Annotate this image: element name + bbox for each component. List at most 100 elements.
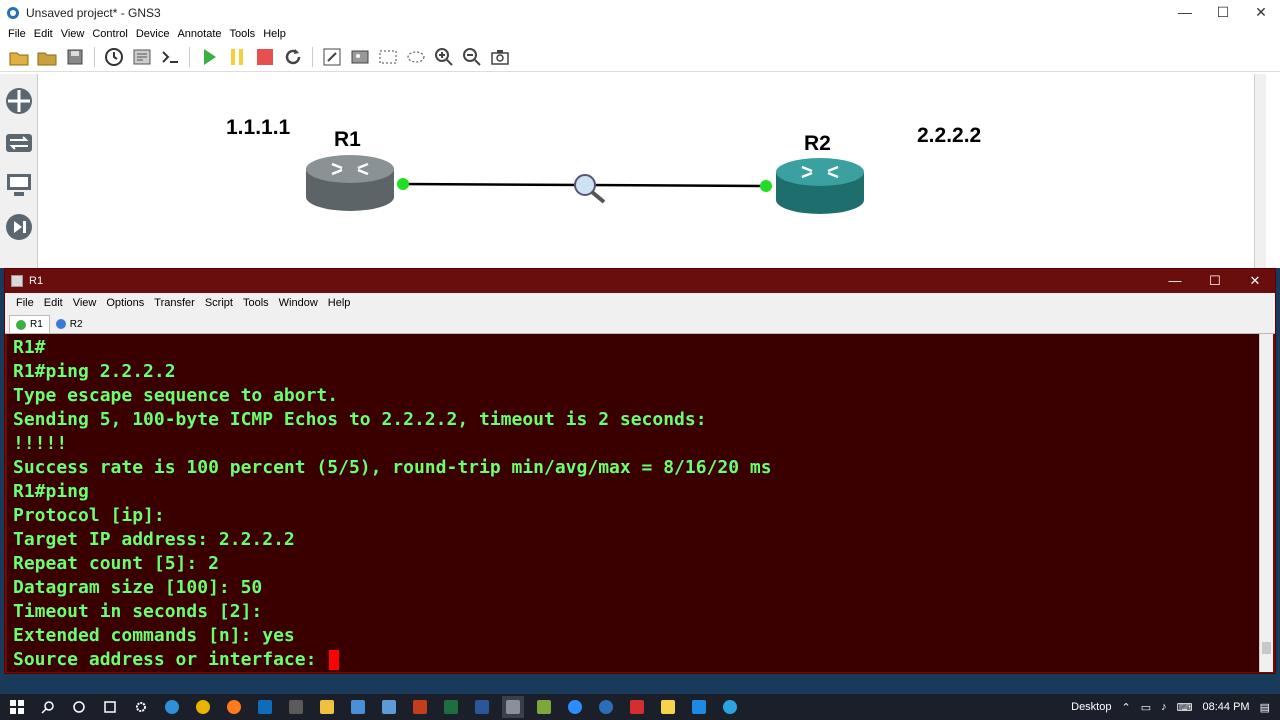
terminal-cursor bbox=[329, 650, 340, 670]
browse-all-devices-icon[interactable] bbox=[4, 86, 34, 116]
volume-icon[interactable]: ♪ bbox=[1161, 701, 1167, 713]
terminal-menu-file[interactable]: File bbox=[11, 297, 39, 309]
terminal-maximize-button[interactable]: ☐ bbox=[1195, 273, 1235, 289]
zoom-in-button[interactable] bbox=[433, 46, 455, 68]
terminal-menu-window[interactable]: Window bbox=[274, 297, 323, 309]
packet-capture-icon[interactable] bbox=[574, 174, 606, 204]
window-title: Unsaved project* - GNS3 bbox=[26, 5, 161, 20]
stop-all-button[interactable] bbox=[254, 46, 276, 68]
menu-help[interactable]: Help bbox=[259, 28, 290, 40]
topology-canvas[interactable]: 1.1.1.1 R1 R2 2.2.2.2 bbox=[40, 74, 1254, 268]
taskbar-app-a[interactable] bbox=[347, 696, 369, 718]
reload-all-button[interactable] bbox=[282, 46, 304, 68]
notification-icon[interactable]: ▤ bbox=[1260, 701, 1270, 714]
r2-router-icon[interactable] bbox=[776, 158, 864, 214]
gear-icon bbox=[136, 702, 146, 712]
taskbar-acrobat[interactable] bbox=[626, 696, 648, 718]
show-interface-labels-button[interactable] bbox=[131, 46, 153, 68]
taskbar-app-b[interactable] bbox=[378, 696, 400, 718]
terminal-menu-options[interactable]: Options bbox=[101, 297, 149, 309]
menu-annotate[interactable]: Annotate bbox=[173, 28, 225, 40]
new-project-button[interactable] bbox=[8, 46, 30, 68]
menu-file[interactable]: File bbox=[4, 28, 30, 40]
keyboard-icon[interactable]: ⌨ bbox=[1177, 701, 1193, 714]
search-button[interactable] bbox=[37, 696, 59, 718]
insert-picture-button[interactable] bbox=[349, 46, 371, 68]
note-icon bbox=[661, 700, 675, 714]
console-all-button[interactable] bbox=[159, 46, 181, 68]
task-view-button[interactable] bbox=[99, 696, 121, 718]
taskbar-zoom[interactable] bbox=[564, 696, 586, 718]
menu-device[interactable]: Device bbox=[132, 28, 174, 40]
snapshot-button[interactable] bbox=[103, 46, 125, 68]
menu-control[interactable]: Control bbox=[88, 28, 131, 40]
taskbar-mail[interactable] bbox=[254, 696, 276, 718]
network-tray-icon[interactable]: ▭ bbox=[1141, 701, 1151, 714]
terminal-scrollbar-thumb[interactable] bbox=[1262, 642, 1271, 654]
picture-icon bbox=[351, 50, 369, 63]
chevron-up-icon[interactable]: ⌃ bbox=[1121, 701, 1130, 714]
taskbar-store[interactable] bbox=[285, 696, 307, 718]
screenshot-button[interactable] bbox=[489, 46, 511, 68]
taskbar-chrome[interactable] bbox=[192, 696, 214, 718]
canvas-vertical-scrollbar[interactable] bbox=[1254, 74, 1266, 268]
taskbar-firefox[interactable] bbox=[223, 696, 245, 718]
browse-switches-icon[interactable] bbox=[4, 128, 34, 158]
session-icon bbox=[55, 319, 66, 329]
terminal-menu-script[interactable]: Script bbox=[200, 297, 238, 309]
taskbar-word[interactable] bbox=[471, 696, 493, 718]
taskbar-app-d[interactable] bbox=[688, 696, 710, 718]
terminal-vertical-scrollbar[interactable] bbox=[1259, 334, 1273, 672]
terminal-minimize-button[interactable]: — bbox=[1155, 273, 1195, 289]
add-note-button[interactable] bbox=[321, 46, 343, 68]
tab-r2[interactable]: R2 bbox=[50, 315, 89, 333]
browse-end-devices-icon[interactable] bbox=[4, 170, 34, 200]
terminal-titlebar: R1 — ☐ ✕ bbox=[5, 269, 1275, 293]
draw-rectangle-button[interactable] bbox=[377, 46, 399, 68]
reload-icon bbox=[285, 48, 301, 64]
menu-tools[interactable]: Tools bbox=[226, 28, 260, 40]
minimize-button[interactable]: — bbox=[1166, 4, 1204, 21]
start-button[interactable] bbox=[6, 696, 28, 718]
taskbar-excel[interactable] bbox=[440, 696, 462, 718]
open-project-button[interactable] bbox=[36, 46, 58, 68]
browse-security-devices-icon[interactable] bbox=[4, 212, 34, 242]
terminal-menu-edit[interactable]: Edit bbox=[39, 297, 68, 309]
clock[interactable]: 08:44 PM bbox=[1203, 701, 1250, 713]
taskbar-app-c[interactable] bbox=[533, 696, 555, 718]
taskbar-settings[interactable] bbox=[130, 696, 152, 718]
taskbar-file-explorer[interactable] bbox=[316, 696, 338, 718]
suspend-all-button[interactable] bbox=[226, 46, 248, 68]
terminal-menu-help[interactable]: Help bbox=[323, 297, 356, 309]
taskbar-gns3[interactable] bbox=[595, 696, 617, 718]
terminal-close-button[interactable]: ✕ bbox=[1235, 273, 1275, 289]
terminal-menu-view[interactable]: View bbox=[68, 297, 102, 309]
taskbar-securecrt[interactable] bbox=[502, 696, 524, 718]
taskbar-powerpoint[interactable] bbox=[409, 696, 431, 718]
menu-view[interactable]: View bbox=[57, 28, 89, 40]
start-all-button[interactable] bbox=[198, 46, 220, 68]
terminal-line: Extended commands [n]: yes bbox=[13, 625, 295, 646]
taskbar-edge[interactable] bbox=[161, 696, 183, 718]
r1-router-icon[interactable] bbox=[306, 155, 394, 211]
r1-link-endpoint bbox=[397, 178, 409, 190]
cortana-button[interactable] bbox=[68, 696, 90, 718]
tab-r1[interactable]: R1 bbox=[9, 315, 50, 333]
maximize-button[interactable]: ☐ bbox=[1204, 4, 1242, 21]
close-button[interactable]: ✕ bbox=[1242, 4, 1280, 21]
video-icon bbox=[568, 700, 582, 714]
terminal-menu-transfer[interactable]: Transfer bbox=[149, 297, 200, 309]
desktop-toolbar-label[interactable]: Desktop bbox=[1071, 701, 1111, 713]
taskbar-telegram[interactable] bbox=[719, 696, 741, 718]
terminal-line: R1# bbox=[13, 337, 46, 358]
terminal-screen[interactable]: R1# R1#ping 2.2.2.2 Type escape sequence… bbox=[7, 334, 1259, 672]
taskbar-sticky-notes[interactable] bbox=[657, 696, 679, 718]
terminal-line: Timeout in seconds [2]: bbox=[13, 601, 263, 622]
terminal-menu-tools[interactable]: Tools bbox=[238, 297, 274, 309]
zoom-out-button[interactable] bbox=[461, 46, 483, 68]
menu-edit[interactable]: Edit bbox=[30, 28, 57, 40]
store-icon bbox=[289, 700, 303, 714]
save-project-button[interactable] bbox=[64, 46, 86, 68]
terminal-tab-bar: R1 R2 bbox=[5, 312, 1275, 334]
draw-ellipse-button[interactable] bbox=[405, 46, 427, 68]
